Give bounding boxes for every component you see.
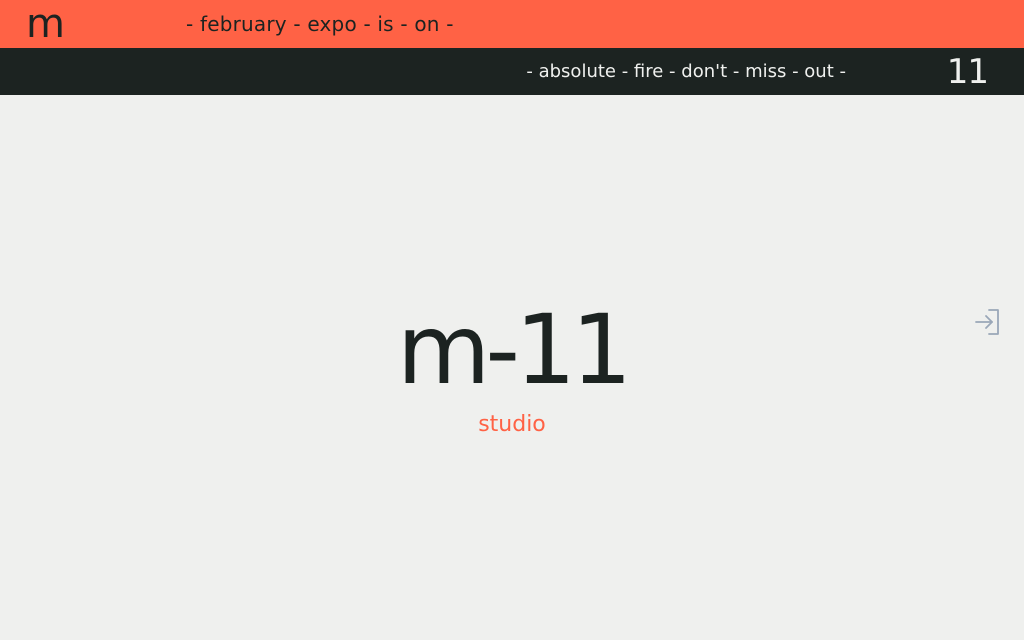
marquee-top-text: - february - expo - is - on - (186, 12, 454, 36)
hero: m-11 studio (0, 300, 1024, 438)
announcement-bar: m - february - expo - is - on - (0, 0, 1024, 48)
site-logo[interactable]: m (26, 2, 65, 46)
login-button[interactable] (972, 306, 1004, 338)
marquee-bar: - absolute - fire - don't - miss - out -… (0, 48, 1024, 95)
marquee-bottom-text: - absolute - fire - don't - miss - out - (526, 61, 846, 82)
hero-subtitle: studio (478, 412, 546, 437)
header-count: 11 (946, 52, 989, 92)
hero-title: m-11 (396, 294, 632, 406)
login-arrow-icon (975, 309, 999, 335)
